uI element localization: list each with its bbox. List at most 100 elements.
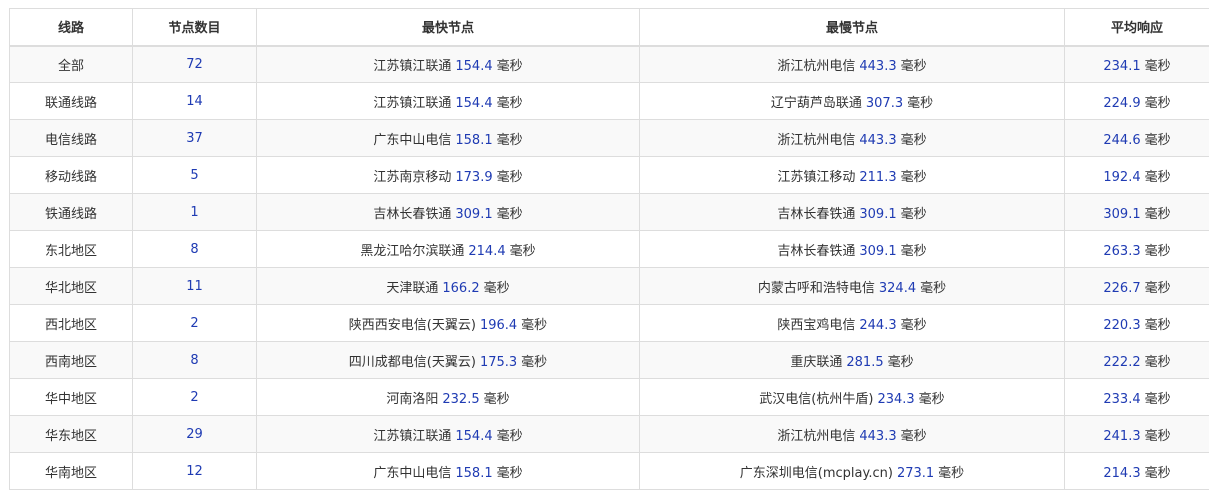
node-count: 2 [190,389,199,405]
slowest-node-ms: 273.1 [896,465,935,481]
node-count: 8 [190,352,199,368]
table-header-row: 线路 节点数目 最快节点 最慢节点 平均响应 [9,8,1209,47]
average-cell: 222.2 毫秒 [1064,341,1209,379]
fastest-node-name: 江苏镇江联通 [373,428,452,444]
count-cell: 37 [132,119,257,157]
line-name: 电信线路 [44,132,97,148]
table-row: 西北地区 2 陕西西安电信(天翼云) 196.4 毫秒 陕西宝鸡电信 244.3 毫秒 … [9,304,1209,342]
header-node-count: 节点数目 [132,8,257,47]
fastest-cell: 广东中山电信 158.1 毫秒 [256,452,640,490]
unit-label: 毫秒 [900,206,927,222]
average-cell: 192.4 毫秒 [1064,156,1209,194]
slowest-cell: 江苏镇江移动 211.3 毫秒 [639,156,1065,194]
fastest-node-ms: 158.1 [455,132,493,148]
slowest-node-ms: 211.3 [859,169,897,185]
unit-label: 毫秒 [496,58,523,74]
line-cell: 西北地区 [9,304,133,342]
fastest-cell: 江苏镇江联通 154.4 毫秒 [256,415,640,453]
node-count: 11 [186,278,203,294]
line-cell: 全部 [9,45,133,83]
count-cell: 2 [132,378,257,416]
unit-label: 毫秒 [521,317,548,333]
table-row: 全部 72 江苏镇江联通 154.4 毫秒 浙江杭州电信 443.3 毫秒 234.1 毫… [9,45,1209,83]
fastest-cell: 广东中山电信 158.1 毫秒 [256,119,640,157]
count-cell: 11 [132,267,257,305]
node-count: 1 [190,204,199,220]
fastest-node-name: 江苏镇江联通 [373,95,452,111]
line-name: 东北地区 [44,243,97,259]
line-cell: 华南地区 [9,452,133,490]
fastest-cell: 天津联通 166.2 毫秒 [256,267,640,305]
line-cell: 华北地区 [9,267,133,305]
slowest-cell: 浙江杭州电信 443.3 毫秒 [639,119,1065,157]
table-row: 移动线路 5 江苏南京移动 173.9 毫秒 江苏镇江移动 211.3 毫秒 192.4… [9,156,1209,194]
table-row: 华中地区 2 河南洛阳 232.5 毫秒 武汉电信(杭州牛盾) 234.3 毫秒 233… [9,378,1209,416]
line-name: 华北地区 [44,280,97,296]
fastest-cell: 江苏镇江联通 154.4 毫秒 [256,45,640,83]
unit-label: 毫秒 [1144,428,1171,444]
unit-label: 毫秒 [900,58,927,74]
fastest-node-name: 陕西西安电信(天翼云) [348,317,476,333]
table-row: 电信线路 37 广东中山电信 158.1 毫秒 浙江杭州电信 443.3 毫秒 244.… [9,119,1209,157]
slowest-node-name: 浙江杭州电信 [777,428,856,444]
unit-label: 毫秒 [900,132,927,148]
unit-label: 毫秒 [496,465,523,481]
average-ms: 224.9 [1103,95,1141,111]
line-name: 华南地区 [44,465,97,481]
node-count: 14 [186,93,203,109]
unit-label: 毫秒 [1144,243,1171,259]
fastest-node-ms: 214.4 [468,243,506,259]
slowest-cell: 陕西宝鸡电信 244.3 毫秒 [639,304,1065,342]
count-cell: 29 [132,415,257,453]
fastest-cell: 陕西西安电信(天翼云) 196.4 毫秒 [256,304,640,342]
unit-label: 毫秒 [1144,391,1171,407]
unit-label: 毫秒 [496,428,523,444]
line-name: 全部 [57,58,84,74]
line-cell: 东北地区 [9,230,133,268]
unit-label: 毫秒 [900,428,927,444]
slowest-node-name: 江苏镇江移动 [777,169,856,185]
count-cell: 14 [132,82,257,120]
fastest-node-name: 广东中山电信 [373,132,452,148]
average-cell: 244.6 毫秒 [1064,119,1209,157]
unit-label: 毫秒 [938,465,965,481]
average-ms: 220.3 [1103,317,1141,333]
fastest-node-ms: 154.4 [455,95,493,111]
table-row: 西南地区 8 四川成都电信(天翼云) 175.3 毫秒 重庆联通 281.5 毫秒 22… [9,341,1209,379]
slowest-cell: 吉林长春铁通 309.1 毫秒 [639,193,1065,231]
slowest-node-name: 辽宁葫芦岛联通 [770,95,862,111]
fastest-cell: 黑龙江哈尔滨联通 214.4 毫秒 [256,230,640,268]
header-fastest-node: 最快节点 [256,8,640,47]
unit-label: 毫秒 [900,243,927,259]
unit-label: 毫秒 [907,95,934,111]
line-cell: 西南地区 [9,341,133,379]
fastest-node-ms: 154.4 [455,428,493,444]
count-cell: 8 [132,230,257,268]
slowest-node-ms: 307.3 [865,95,904,111]
unit-label: 毫秒 [496,132,523,148]
average-ms: 244.6 [1103,132,1141,148]
unit-label: 毫秒 [1144,169,1171,185]
slowest-cell: 吉林长春铁通 309.1 毫秒 [639,230,1065,268]
node-count: 2 [190,315,199,331]
header-slowest-node: 最慢节点 [639,8,1065,47]
slowest-node-ms: 443.3 [859,132,897,148]
unit-label: 毫秒 [1144,317,1171,333]
unit-label: 毫秒 [1144,206,1171,222]
header-line: 线路 [9,8,133,47]
fastest-node-name: 四川成都电信(天翼云) [348,354,476,370]
fastest-node-name: 江苏南京移动 [373,169,452,185]
unit-label: 毫秒 [1144,95,1171,111]
slowest-node-name: 吉林长春铁通 [777,243,856,259]
fastest-node-name: 吉林长春铁通 [373,206,452,222]
node-count: 8 [190,241,199,257]
fastest-node-ms: 173.9 [455,169,493,185]
line-cell: 电信线路 [9,119,133,157]
average-ms: 234.1 [1103,58,1141,74]
unit-label: 毫秒 [1144,132,1171,148]
line-name: 铁通线路 [44,206,97,222]
line-name: 西北地区 [44,317,97,333]
latency-table: 线路 节点数目 最快节点 最慢节点 平均响应 全部 72 江苏镇江联通 154.4… [9,8,1209,490]
slowest-cell: 浙江杭州电信 443.3 毫秒 [639,415,1065,453]
unit-label: 毫秒 [920,280,947,296]
